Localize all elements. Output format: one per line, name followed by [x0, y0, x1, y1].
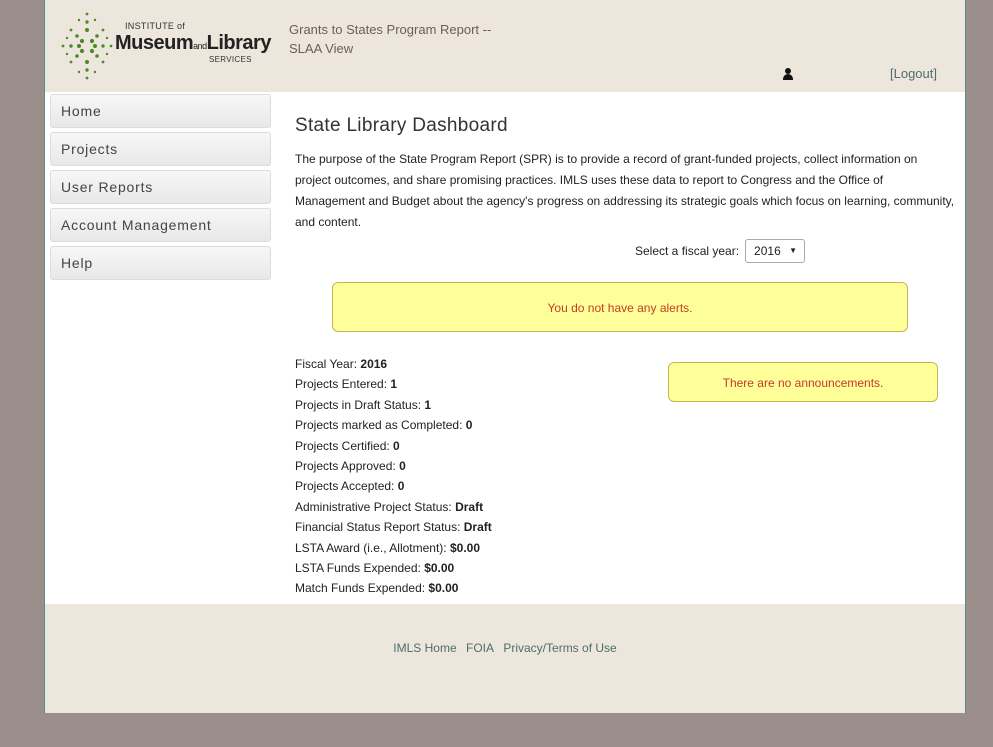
footer-link-imls-home[interactable]: IMLS Home: [393, 641, 456, 655]
stat-fiscal-year: Fiscal Year: 2016: [295, 357, 388, 371]
announcements-box: There are no announcements.: [668, 362, 938, 402]
sidebar-item-user-reports[interactable]: User Reports: [50, 170, 271, 204]
logo-institute-text: INSTITUTE of: [125, 21, 186, 31]
fiscal-year-label: Select a fiscal year:: [635, 244, 740, 258]
stat-projects-certified: Projects Certified: 0: [295, 438, 400, 453]
stat-projects-entered: Projects Entered: 1: [295, 377, 398, 392]
program-title: Grants to States Program Report -- SLAA …: [289, 22, 492, 56]
stat-admin-project-status: Administrative Project Status: Draft: [295, 499, 484, 514]
stat-financial-status: Financial Status Report Status: Draft: [295, 520, 492, 535]
imls-logo[interactable]: INSTITUTE of MuseumandLibrary SERVICES: [59, 10, 271, 82]
user-icon: [782, 67, 794, 80]
stat-lsta-funds-expended: LSTA Funds Expended: $0.00: [295, 561, 455, 576]
sidebar-nav: Home Projects User Reports Account Manag…: [50, 94, 271, 284]
sidebar-item-help[interactable]: Help: [50, 246, 271, 280]
dropdown-arrow-icon: ▼: [789, 246, 798, 255]
user-area: [Logout]: [782, 66, 937, 81]
fiscal-year-selector: Select a fiscal year: 2016 ▼: [635, 239, 806, 263]
stat-projects-completed: Projects marked as Completed: 0: [295, 418, 473, 433]
stat-projects-accepted: Projects Accepted: 0: [295, 479, 405, 494]
alerts-box: You do not have any alerts.: [332, 282, 908, 332]
stat-projects-draft: Projects in Draft Status: 1: [295, 397, 432, 412]
sidebar-item-home[interactable]: Home: [50, 94, 271, 128]
fiscal-year-select[interactable]: 2016 ▼: [745, 239, 806, 263]
logout-link[interactable]: [Logout]: [890, 66, 937, 81]
sidebar-item-projects[interactable]: Projects: [50, 132, 271, 166]
stat-lsta-award: LSTA Award (i.e., Allotment): $0.00: [295, 540, 480, 555]
main-content: State Library Dashboard The purpose of t…: [295, 115, 955, 263]
page-frame: INSTITUTE of MuseumandLibrary SERVICES G…: [44, 0, 966, 713]
sidebar-item-account-management[interactable]: Account Management: [50, 208, 271, 242]
stat-projects-approved: Projects Approved: 0: [295, 459, 406, 474]
intro-paragraph: The purpose of the State Program Report …: [295, 152, 955, 229]
page-title: State Library Dashboard: [295, 115, 508, 136]
header: INSTITUTE of MuseumandLibrary SERVICES G…: [45, 0, 965, 92]
stat-match-funds-expended: Match Funds Expended: $0.00: [295, 581, 459, 596]
fiscal-year-stats: Fiscal Year: 2016 Projects Entered: 1 Pr…: [295, 354, 492, 599]
footer-links: IMLS Home FOIA Privacy/Terms of Use: [45, 641, 965, 655]
logo-museum-library-text: MuseumandLibrary: [115, 32, 271, 54]
footer-link-foia[interactable]: FOIA: [466, 641, 494, 655]
logo-services-text: SERVICES: [209, 55, 252, 64]
starburst-logo-icon: [61, 12, 113, 80]
footer: IMLS Home FOIA Privacy/Terms of Use: [45, 604, 965, 713]
footer-link-privacy-terms[interactable]: Privacy/Terms of Use: [503, 641, 616, 655]
